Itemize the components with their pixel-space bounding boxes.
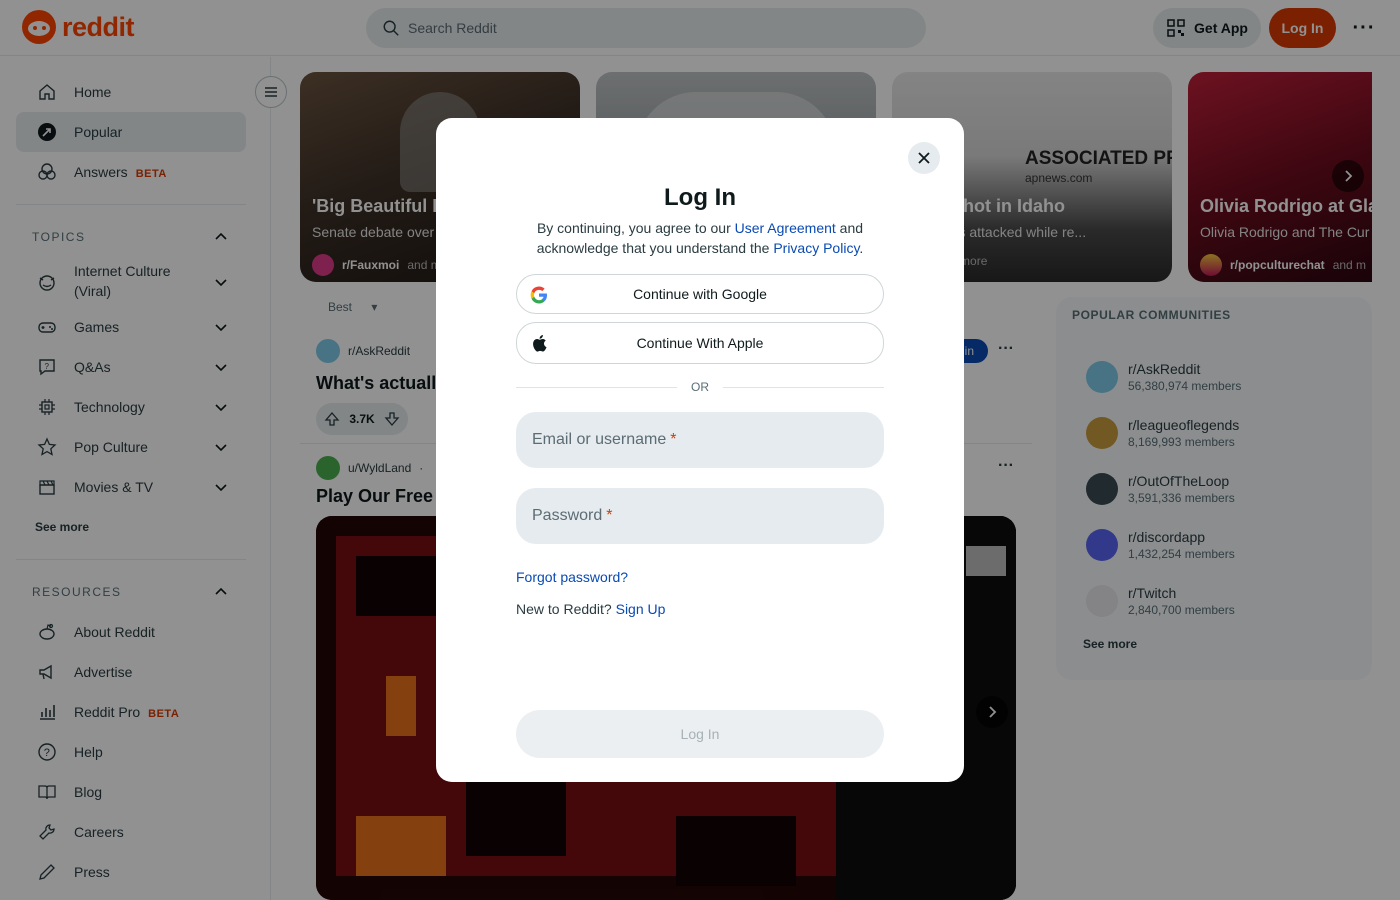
divider-line xyxy=(516,386,677,388)
required-marker: * xyxy=(670,431,677,448)
divider-line xyxy=(723,386,884,388)
password-field[interactable]: Password * xyxy=(516,488,884,544)
close-icon xyxy=(918,152,930,164)
email-placeholder: Email or username * xyxy=(532,431,677,449)
apple-icon xyxy=(529,333,549,353)
email-field[interactable]: Email or username * xyxy=(516,412,884,468)
google-icon xyxy=(529,285,549,305)
login-submit-button[interactable]: Log In xyxy=(516,710,884,758)
close-modal-button[interactable] xyxy=(908,142,940,174)
apple-label: Continue With Apple xyxy=(636,335,764,351)
or-label: OR xyxy=(691,380,709,394)
or-divider: OR xyxy=(516,380,884,394)
continue-with-google-button[interactable]: Continue with Google xyxy=(516,274,884,314)
email-placeholder-text: Email or username xyxy=(532,431,667,448)
password-placeholder: Password * xyxy=(532,507,612,525)
user-agreement-link[interactable]: User Agreement xyxy=(735,220,836,236)
terms-prefix: By continuing, you agree to our xyxy=(536,220,735,236)
required-marker: * xyxy=(606,507,613,524)
google-label: Continue with Google xyxy=(633,286,767,302)
terms-notice: By continuing, you agree to our User Agr… xyxy=(516,218,884,258)
signup-link[interactable]: Sign Up xyxy=(616,601,666,617)
terms-suffix: . xyxy=(859,240,864,256)
login-modal: Log In By continuing, you agree to our U… xyxy=(436,118,964,782)
signup-prefix: New to Reddit? xyxy=(516,601,616,617)
forgot-password-link[interactable]: Forgot password? xyxy=(516,569,628,585)
signup-prompt: New to Reddit? Sign Up xyxy=(516,601,665,617)
privacy-policy-link[interactable]: Privacy Policy xyxy=(773,240,859,256)
password-placeholder-text: Password xyxy=(532,507,603,524)
continue-with-apple-button[interactable]: Continue With Apple xyxy=(516,322,884,364)
modal-title: Log In xyxy=(664,184,736,211)
